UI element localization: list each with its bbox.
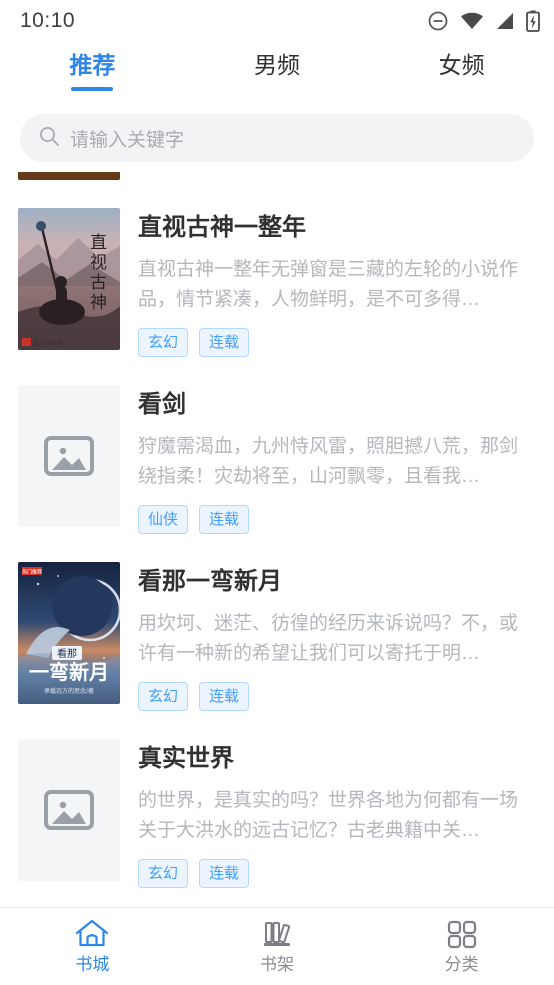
tag-genre[interactable]: 玄幻 [138, 328, 189, 357]
bottom-navigation[interactable]: 书城 书架 分类 [0, 907, 554, 985]
tag-status[interactable]: 连载 [199, 682, 250, 711]
top-tab-bar[interactable]: 推荐 男频 女频 [0, 42, 554, 108]
book-description: 狩魔需渴血，九州恃风雷，照胆撼八荒，那剑绕指柔！灾劫将至，山河飘零，且看我… [138, 436, 519, 487]
nav-item-bookstore[interactable]: 书城 [0, 918, 185, 975]
list-item[interactable]: 起点中文网 玄幻 连载 [0, 172, 554, 194]
book-info: 直视古神一整年 直视古神一整年无弹窗是三藏的左轮的小说作品，情节紧凑，人物鲜明，… [138, 208, 536, 357]
tag-genre[interactable]: 仙侠 [138, 505, 189, 534]
book-info: 看那一弯新月 用坎坷、迷茫、彷徨的经历来诉说吗？不，或许有一种新的希望让我们可以… [138, 562, 536, 711]
book-cover[interactable]: 直 视 古 神 起点小说网 [18, 208, 120, 350]
tag-status[interactable]: 连载 [199, 505, 250, 534]
search-icon [38, 125, 60, 152]
book-tags: 玄幻 连载 [138, 328, 536, 357]
book-title: 真实世界 [138, 745, 234, 772]
wifi-icon [460, 11, 484, 31]
svg-text:视: 视 [90, 253, 107, 273]
do-not-disturb-icon [427, 10, 449, 32]
book-cover-art: 热门推荐 看那 一弯新月 承载远方的思念/著 [18, 562, 120, 704]
book-description: 用坎坷、迷茫、彷徨的经历来诉说吗？不，或许有一种新的希望让我们可以寄托于明… [138, 613, 519, 664]
book-tags: 玄幻 连载 [138, 859, 536, 888]
search-section: 请输入关键字 [0, 108, 554, 172]
tag-genre[interactable]: 玄幻 [138, 859, 189, 888]
list-item[interactable]: 热门推荐 看那 一弯新月 承载远方的思念/著 看那一弯新月 用坎坷、迷茫、彷徨的… [0, 548, 554, 725]
bookshelf-icon [259, 918, 295, 950]
status-icon-group [427, 10, 540, 32]
svg-text:直: 直 [90, 233, 107, 253]
tab-label: 推荐 [69, 52, 116, 78]
tab-female-channel[interactable]: 女频 [369, 42, 554, 108]
nav-item-bookshelf[interactable]: 书架 [185, 918, 370, 975]
book-cover[interactable]: 热门推荐 看那 一弯新月 承载远方的思念/著 [18, 562, 120, 704]
cellular-signal-icon [495, 11, 515, 31]
list-item[interactable]: 直 视 古 神 起点小说网 直视古神一整年 直视古神一整年无弹窗是三藏的左轮的小… [0, 194, 554, 371]
status-bar: 10:10 [0, 0, 554, 42]
home-icon [74, 918, 110, 950]
book-cover[interactable] [18, 739, 120, 881]
nav-item-category[interactable]: 分类 [369, 918, 554, 975]
book-title: 看那一弯新月 [138, 568, 282, 595]
svg-text:古: 古 [90, 273, 107, 293]
svg-text:一弯新月: 一弯新月 [29, 660, 109, 684]
book-tags: 仙侠 连载 [138, 505, 536, 534]
tab-active-indicator [71, 87, 114, 91]
battery-charging-icon [526, 10, 540, 32]
book-description: 的世界，是真实的吗？世界各地为何都有一场关于大洪水的远古记忆？古老典籍中关… [138, 790, 519, 841]
search-input[interactable]: 请输入关键字 [20, 114, 534, 162]
book-title: 直视古神一整年 [138, 214, 306, 241]
search-placeholder: 请输入关键字 [70, 129, 185, 151]
status-time: 10:10 [20, 9, 76, 32]
tab-label: 女频 [438, 52, 485, 78]
svg-text:承载远方的思念/著: 承载远方的思念/著 [44, 687, 94, 695]
tab-recommend[interactable]: 推荐 [0, 42, 185, 108]
tag-status[interactable]: 连载 [199, 859, 250, 888]
svg-text:热门推荐: 热门推荐 [22, 569, 42, 576]
tab-male-channel[interactable]: 男频 [185, 42, 370, 108]
book-info: 真实世界 的世界，是真实的吗？世界各地为何都有一场关于大洪水的远古记忆？古老典籍… [138, 739, 536, 888]
book-cover-art: 起点中文网 [18, 172, 120, 180]
book-list[interactable]: 起点中文网 玄幻 连载 [0, 172, 554, 907]
grid-icon [445, 918, 479, 950]
svg-text:神: 神 [90, 293, 107, 313]
tag-genre[interactable]: 玄幻 [138, 682, 189, 711]
book-cover[interactable]: 起点中文网 [18, 172, 120, 180]
tab-label: 男频 [254, 52, 300, 78]
list-item[interactable]: 看剑 狩魔需渴血，九州恃风雷，照胆撼八荒，那剑绕指柔！灾劫将至，山河飘零，且看我… [0, 371, 554, 548]
book-cover[interactable] [18, 385, 120, 527]
svg-text:起点小说网: 起点小说网 [33, 339, 63, 347]
book-cover-art: 直 视 古 神 起点小说网 [18, 208, 120, 350]
book-description: 直视古神一整年无弹窗是三藏的左轮的小说作品，情节紧凑，人物鲜明，是不可多得… [138, 259, 519, 310]
book-tags: 玄幻 连载 [138, 682, 536, 711]
nav-label: 书城 [75, 955, 110, 974]
image-placeholder-icon [44, 790, 94, 830]
book-info: 玄幻 连载 [138, 172, 536, 180]
book-title: 看剑 [138, 391, 186, 418]
list-item[interactable]: 真实世界 的世界，是真实的吗？世界各地为何都有一场关于大洪水的远古记忆？古老典籍… [0, 725, 554, 902]
app-screen: 10:10 推荐 男频 女频 请输入关键字 直 视 古 神 起点小说网 直视古神… [0, 0, 554, 985]
book-info: 看剑 狩魔需渴血，九州恃风雷，照胆撼八荒，那剑绕指柔！灾劫将至，山河飘零，且看我… [138, 385, 536, 534]
tag-status[interactable]: 连载 [199, 328, 250, 357]
image-placeholder-icon [44, 436, 94, 476]
nav-label: 书架 [260, 955, 294, 974]
nav-label: 分类 [444, 955, 479, 974]
svg-text:看那: 看那 [57, 647, 77, 660]
